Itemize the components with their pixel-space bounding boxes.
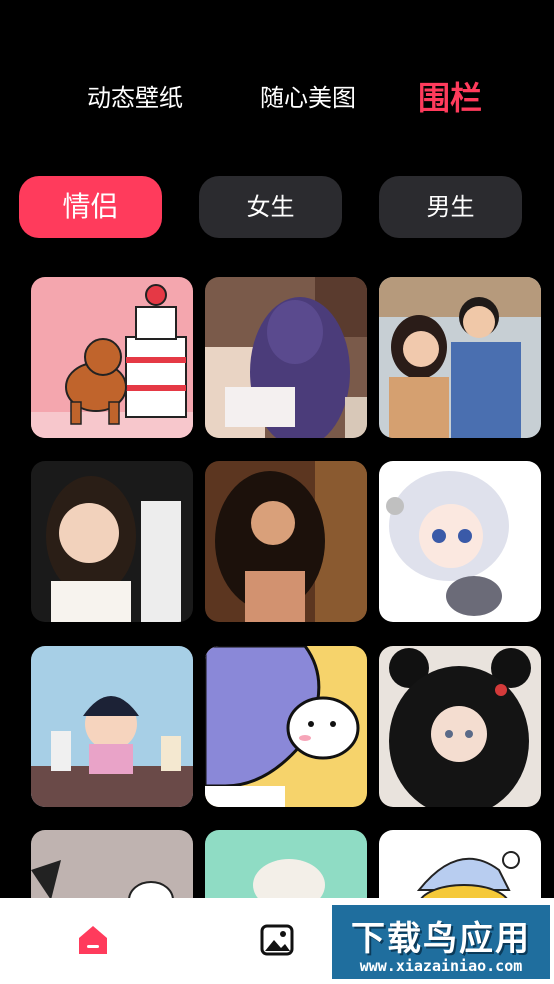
category-chip-bar: 情侣 女生 男生 (0, 176, 554, 239)
chip-couple[interactable]: 情侣 (19, 176, 162, 238)
thumb-anime-girl-purple-hair[interactable] (205, 277, 367, 438)
watermark-badge: 下载鸟应用 www.xiazainiao.com (332, 905, 550, 979)
thumb-cartoon-boy[interactable] (31, 646, 193, 807)
home-icon[interactable] (75, 922, 111, 958)
thumb-couple-photo[interactable] (379, 277, 541, 438)
tab-fence[interactable]: 围栏 (400, 68, 500, 128)
thumb-cartoon-bear[interactable] (205, 830, 367, 898)
thumb-anime-white-hair-girl[interactable] (379, 461, 541, 622)
chip-boys[interactable]: 男生 (379, 176, 522, 238)
chip-girls[interactable]: 女生 (199, 176, 342, 238)
thumb-woman-dark-portrait[interactable] (205, 461, 367, 622)
thumb-smiling-girl[interactable] (31, 461, 193, 622)
thumb-cartoon-cat[interactable] (31, 830, 193, 898)
watermark-url: www.xiazainiao.com (359, 957, 523, 975)
tab-random-pictures[interactable]: 随心美图 (243, 68, 373, 128)
thumb-cartoon-monster-bunny[interactable] (205, 646, 367, 807)
thumb-anime-girl-mouse-ears[interactable] (379, 646, 541, 807)
top-tab-bar: 动态壁纸 随心美图 围栏 (0, 68, 554, 128)
tab-live-wallpaper[interactable]: 动态壁纸 (70, 68, 200, 128)
thumb-cartoon-dog-cake[interactable] (31, 277, 193, 438)
wallpaper-grid (31, 277, 541, 898)
image-icon[interactable] (259, 922, 295, 958)
thumb-yellow-character-hat[interactable] (379, 830, 541, 898)
watermark-title: 下载鸟应用 (351, 919, 531, 959)
